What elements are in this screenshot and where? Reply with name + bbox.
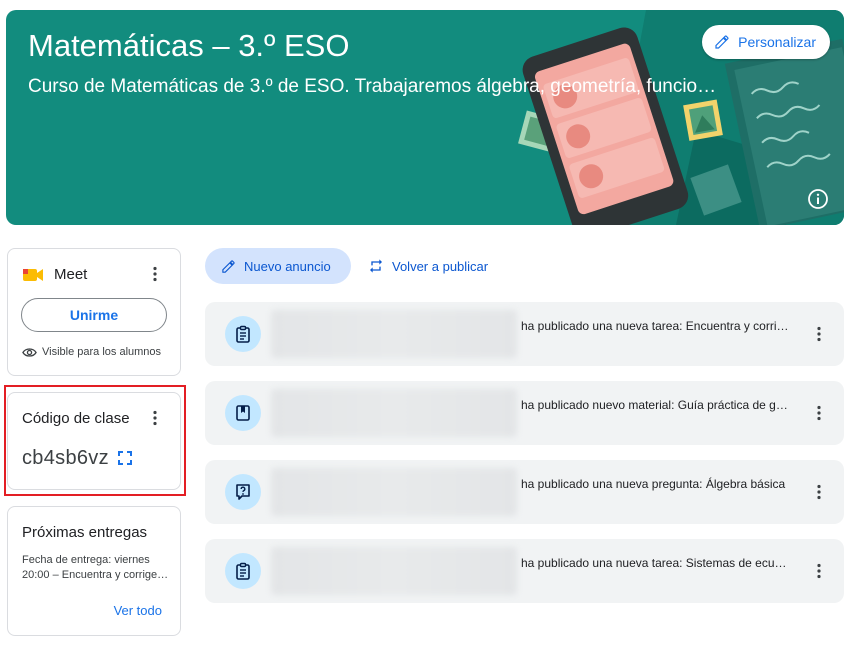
meet-icon: [23, 269, 43, 281]
upcoming-item[interactable]: Fecha de entrega: viernes 20:00 – Encuen…: [22, 553, 170, 583]
class-title: Matemáticas – 3.º ESO: [28, 28, 350, 63]
class-code-more-button[interactable]: [146, 409, 164, 427]
info-icon: [808, 189, 828, 209]
pencil-icon: [715, 35, 729, 49]
more-vert-icon: [153, 266, 157, 282]
stream-item-text: ha publicado una nueva pregunta: Álgebra…: [521, 477, 786, 491]
material-icon: [236, 405, 250, 421]
eye-icon: [22, 347, 37, 357]
new-announcement-button[interactable]: Nuevo anuncio: [205, 248, 351, 284]
stream-item-more-button[interactable]: [810, 325, 828, 343]
visibility-note: Visible para los alumnos: [22, 346, 161, 358]
stream-item-icon: [225, 553, 261, 589]
stream-item-icon: [225, 474, 261, 510]
blurred-author: [271, 389, 517, 437]
view-all-link[interactable]: Ver todo: [114, 603, 162, 618]
info-button[interactable]: [806, 187, 830, 211]
meet-more-button[interactable]: [146, 265, 164, 283]
display-code-button[interactable]: [118, 451, 132, 470]
due-date: Fecha de entrega: viernes: [22, 554, 150, 566]
republish-button[interactable]: Volver a publicar: [368, 248, 488, 284]
stream-item-icon: [225, 395, 261, 431]
blurred-author: [271, 547, 517, 595]
stream-item-more-button[interactable]: [810, 404, 828, 422]
visibility-label: Visible para los alumnos: [42, 346, 162, 358]
stream-item[interactable]: ha publicado una nueva pregunta: Álgebra…: [205, 460, 844, 524]
more-vert-icon: [817, 405, 821, 421]
assignment-icon: [236, 325, 250, 343]
question-icon: [236, 484, 250, 500]
more-vert-icon: [817, 326, 821, 342]
customize-label: Personalizar: [738, 34, 816, 50]
join-meet-button[interactable]: Unirme: [21, 298, 167, 332]
blurred-author: [271, 468, 517, 516]
assignment-icon: [236, 562, 250, 580]
pencil-icon: [222, 259, 235, 273]
stream-item[interactable]: ha publicado una nueva tarea: Encuentra …: [205, 302, 844, 366]
class-banner: Matemáticas – 3.º ESO Curso de Matemátic…: [6, 10, 844, 225]
more-vert-icon: [817, 484, 821, 500]
repost-icon: [370, 259, 382, 273]
upcoming-card: Próximas entregas Fecha de entrega: vier…: [7, 506, 181, 636]
more-vert-icon: [817, 563, 821, 579]
blurred-author: [271, 310, 517, 358]
stream-item-text: ha publicado una nueva tarea: Encuentra …: [521, 319, 791, 333]
class-code-value: cb4sb6vz: [22, 447, 109, 469]
republish-label: Volver a publicar: [392, 258, 489, 274]
stream-item[interactable]: ha publicado nuevo material: Guía prácti…: [205, 381, 844, 445]
stream-item-more-button[interactable]: [810, 562, 828, 580]
new-announcement-label: Nuevo anuncio: [244, 258, 331, 274]
class-code-card: Código de clase cb4sb6vz: [7, 392, 181, 490]
class-description: Curso de Matemáticas de 3.º de ESO. Trab…: [28, 76, 718, 97]
upcoming-title: Próximas entregas: [22, 524, 148, 541]
meet-title: Meet: [54, 266, 88, 283]
stream-item[interactable]: ha publicado una nueva tarea: Sistemas d…: [205, 539, 844, 603]
customize-button[interactable]: Personalizar: [702, 25, 830, 59]
meet-card: Meet Unirme Visible para los alumnos: [7, 248, 181, 376]
stream-item-icon: [225, 316, 261, 352]
class-code-title: Código de clase: [22, 410, 130, 427]
fullscreen-icon: [118, 451, 132, 465]
stream-item-more-button[interactable]: [810, 483, 828, 501]
stream-item-text: ha publicado nuevo material: Guía prácti…: [521, 398, 791, 412]
more-vert-icon: [153, 410, 157, 426]
stream-item-text: ha publicado una nueva tarea: Sistemas d…: [521, 556, 791, 570]
due-task: 20:00 – Encuentra y corrige los errores: [22, 569, 170, 581]
